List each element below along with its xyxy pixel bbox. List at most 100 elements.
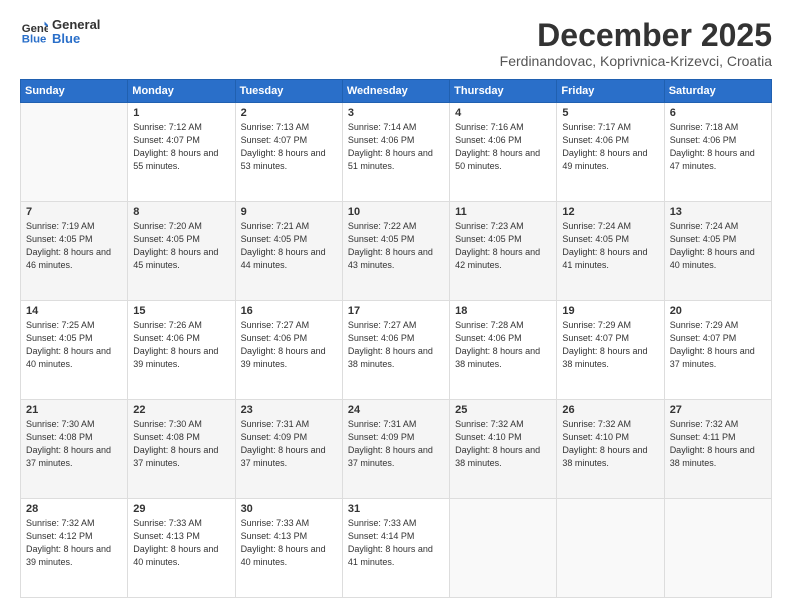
day-number: 2 <box>241 107 337 119</box>
calendar-cell: 5Sunrise: 7:17 AMSunset: 4:06 PMDaylight… <box>557 103 664 202</box>
calendar-cell: 26 Sunrise: 7:32 AMSunset: 4:10 PMDayligh… <box>557 400 664 499</box>
calendar-cell: 7 Sunrise: 7:19 AMSunset: 4:05 PMDaylight… <box>21 202 128 301</box>
calendar-row: 21 Sunrise: 7:30 AMSunset: 4:08 PMDayligh… <box>21 400 772 499</box>
day-number: 3 <box>348 107 444 119</box>
calendar-cell: 18 Sunrise: 7:28 AMSunset: 4:06 PMDayligh… <box>450 301 557 400</box>
day-number: 1 <box>133 107 229 119</box>
day-number: 12 <box>562 206 658 218</box>
day-number: 6 <box>670 107 766 119</box>
day-number: 21 <box>26 404 122 416</box>
calendar-cell: 30Sunrise: 7:33 AMSunset: 4:13 PMDayligh… <box>235 499 342 598</box>
day-info: Sunrise: 7:20 AMSunset: 4:05 PMDaylight:… <box>133 220 229 272</box>
calendar-cell: 3Sunrise: 7:14 AMSunset: 4:06 PMDaylight… <box>342 103 449 202</box>
calendar-cell: 10Sunrise: 7:22 AMSunset: 4:05 PMDayligh… <box>342 202 449 301</box>
day-number: 30 <box>241 503 337 515</box>
day-info: Sunrise: 7:33 AMSunset: 4:13 PMDaylight:… <box>133 517 229 569</box>
calendar-cell <box>664 499 771 598</box>
day-number: 16 <box>241 305 337 317</box>
day-number: 15 <box>133 305 229 317</box>
day-info: Sunrise: 7:32 AMSunset: 4:10 PMDaylight:… <box>562 418 658 470</box>
weekday-header-monday: Monday <box>128 80 235 103</box>
calendar-cell: 14Sunrise: 7:25 AMSunset: 4:05 PMDayligh… <box>21 301 128 400</box>
calendar-cell: 25 Sunrise: 7:32 AMSunset: 4:10 PMDayligh… <box>450 400 557 499</box>
calendar-cell: 13Sunrise: 7:24 AMSunset: 4:05 PMDayligh… <box>664 202 771 301</box>
title-block: December 2025 Ferdinandovac, Koprivnica-… <box>500 18 772 69</box>
day-info: Sunrise: 7:31 AMSunset: 4:09 PMDaylight:… <box>241 418 337 470</box>
weekday-header-saturday: Saturday <box>664 80 771 103</box>
calendar-cell: 19 Sunrise: 7:29 AMSunset: 4:07 PMDayligh… <box>557 301 664 400</box>
day-info: Sunrise: 7:21 AMSunset: 4:05 PMDaylight:… <box>241 220 337 272</box>
header: General Blue General Blue December 2025 … <box>20 18 772 69</box>
calendar-cell: 11 Sunrise: 7:23 AMSunset: 4:05 PMDayligh… <box>450 202 557 301</box>
day-info: Sunrise: 7:28 AMSunset: 4:06 PMDaylight:… <box>455 319 551 371</box>
day-info: Sunrise: 7:24 AMSunset: 4:05 PMDaylight:… <box>670 220 766 272</box>
day-number: 18 <box>455 305 551 317</box>
day-info: Sunrise: 7:13 AMSunset: 4:07 PMDaylight:… <box>241 121 337 173</box>
calendar-cell: 20Sunrise: 7:29 AMSunset: 4:07 PMDayligh… <box>664 301 771 400</box>
weekday-header-row: SundayMondayTuesdayWednesdayThursdayFrid… <box>21 80 772 103</box>
day-info: Sunrise: 7:30 AMSunset: 4:08 PMDaylight:… <box>133 418 229 470</box>
calendar-cell: 1 Sunrise: 7:12 AMSunset: 4:07 PMDaylight… <box>128 103 235 202</box>
calendar-cell: 23 Sunrise: 7:31 AMSunset: 4:09 PMDayligh… <box>235 400 342 499</box>
logo-icon: General Blue <box>20 18 48 46</box>
calendar-cell: 28Sunrise: 7:32 AMSunset: 4:12 PMDayligh… <box>21 499 128 598</box>
calendar-row: 28Sunrise: 7:32 AMSunset: 4:12 PMDayligh… <box>21 499 772 598</box>
day-info: Sunrise: 7:30 AMSunset: 4:08 PMDaylight:… <box>26 418 122 470</box>
logo-blue: Blue <box>52 32 100 46</box>
calendar-cell <box>557 499 664 598</box>
day-info: Sunrise: 7:32 AMSunset: 4:11 PMDaylight:… <box>670 418 766 470</box>
svg-text:Blue: Blue <box>22 34 47 46</box>
day-info: Sunrise: 7:27 AMSunset: 4:06 PMDaylight:… <box>241 319 337 371</box>
weekday-header-wednesday: Wednesday <box>342 80 449 103</box>
day-info: Sunrise: 7:18 AMSunset: 4:06 PMDaylight:… <box>670 121 766 173</box>
day-number: 9 <box>241 206 337 218</box>
day-number: 4 <box>455 107 551 119</box>
day-number: 19 <box>562 305 658 317</box>
day-number: 29 <box>133 503 229 515</box>
day-number: 7 <box>26 206 122 218</box>
day-info: Sunrise: 7:23 AMSunset: 4:05 PMDaylight:… <box>455 220 551 272</box>
day-number: 28 <box>26 503 122 515</box>
calendar-cell: 22 Sunrise: 7:30 AMSunset: 4:08 PMDayligh… <box>128 400 235 499</box>
day-number: 23 <box>241 404 337 416</box>
day-info: Sunrise: 7:24 AMSunset: 4:05 PMDaylight:… <box>562 220 658 272</box>
day-info: Sunrise: 7:29 AMSunset: 4:07 PMDaylight:… <box>670 319 766 371</box>
day-info: Sunrise: 7:29 AMSunset: 4:07 PMDaylight:… <box>562 319 658 371</box>
calendar-cell: 24 Sunrise: 7:31 AMSunset: 4:09 PMDayligh… <box>342 400 449 499</box>
calendar-cell: 2 Sunrise: 7:13 AMSunset: 4:07 PMDaylight… <box>235 103 342 202</box>
weekday-header-friday: Friday <box>557 80 664 103</box>
calendar-cell: 8Sunrise: 7:20 AMSunset: 4:05 PMDaylight… <box>128 202 235 301</box>
day-info: Sunrise: 7:12 AMSunset: 4:07 PMDaylight:… <box>133 121 229 173</box>
calendar-page: General Blue General Blue December 2025 … <box>0 0 792 612</box>
day-info: Sunrise: 7:16 AMSunset: 4:06 PMDaylight:… <box>455 121 551 173</box>
day-number: 27 <box>670 404 766 416</box>
day-number: 25 <box>455 404 551 416</box>
day-info: Sunrise: 7:33 AMSunset: 4:14 PMDaylight:… <box>348 517 444 569</box>
calendar-row: 7 Sunrise: 7:19 AMSunset: 4:05 PMDaylight… <box>21 202 772 301</box>
calendar-cell: 9 Sunrise: 7:21 AMSunset: 4:05 PMDaylight… <box>235 202 342 301</box>
calendar-cell: 31 Sunrise: 7:33 AMSunset: 4:14 PMDayligh… <box>342 499 449 598</box>
weekday-header-thursday: Thursday <box>450 80 557 103</box>
day-number: 5 <box>562 107 658 119</box>
calendar-table: SundayMondayTuesdayWednesdayThursdayFrid… <box>20 79 772 598</box>
weekday-header-sunday: Sunday <box>21 80 128 103</box>
day-number: 11 <box>455 206 551 218</box>
day-info: Sunrise: 7:26 AMSunset: 4:06 PMDaylight:… <box>133 319 229 371</box>
weekday-header-tuesday: Tuesday <box>235 80 342 103</box>
day-number: 31 <box>348 503 444 515</box>
calendar-cell: 6 Sunrise: 7:18 AMSunset: 4:06 PMDaylight… <box>664 103 771 202</box>
month-title: December 2025 <box>500 18 772 53</box>
day-info: Sunrise: 7:19 AMSunset: 4:05 PMDaylight:… <box>26 220 122 272</box>
calendar-cell: 21 Sunrise: 7:30 AMSunset: 4:08 PMDayligh… <box>21 400 128 499</box>
day-number: 17 <box>348 305 444 317</box>
day-number: 26 <box>562 404 658 416</box>
day-info: Sunrise: 7:31 AMSunset: 4:09 PMDaylight:… <box>348 418 444 470</box>
calendar-cell <box>450 499 557 598</box>
calendar-cell: 12 Sunrise: 7:24 AMSunset: 4:05 PMDayligh… <box>557 202 664 301</box>
calendar-row: 1 Sunrise: 7:12 AMSunset: 4:07 PMDaylight… <box>21 103 772 202</box>
calendar-cell: 16 Sunrise: 7:27 AMSunset: 4:06 PMDayligh… <box>235 301 342 400</box>
day-info: Sunrise: 7:32 AMSunset: 4:10 PMDaylight:… <box>455 418 551 470</box>
day-number: 22 <box>133 404 229 416</box>
calendar-cell: 15 Sunrise: 7:26 AMSunset: 4:06 PMDayligh… <box>128 301 235 400</box>
day-number: 24 <box>348 404 444 416</box>
